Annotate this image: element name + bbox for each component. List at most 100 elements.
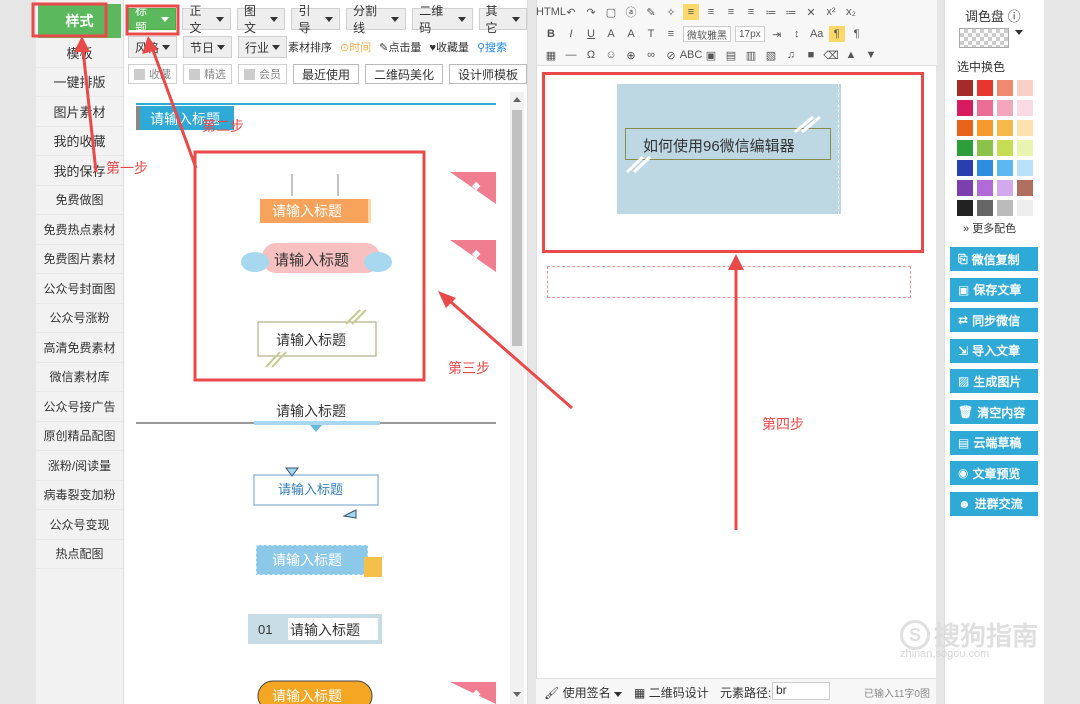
nav-item[interactable]: 免费图片素材: [36, 245, 123, 274]
ordered-list-icon[interactable]: ≔: [763, 4, 779, 20]
color-swatch[interactable]: [1017, 160, 1033, 176]
search-link[interactable]: ⚲搜索: [477, 39, 507, 55]
filter-button[interactable]: 设计师模板: [449, 64, 527, 84]
category-tab[interactable]: 标题: [128, 4, 177, 35]
html-icon[interactable]: HTML: [536, 4, 566, 20]
image-left-icon[interactable]: ▥: [743, 47, 759, 63]
layer-up-icon[interactable]: ▲: [843, 47, 859, 63]
nav-item[interactable]: 免费热点素材: [36, 215, 123, 245]
clear-icon[interactable]: ⌫: [823, 47, 839, 63]
clear-format-icon[interactable]: ✕: [803, 4, 819, 20]
color-swatch[interactable]: [1017, 200, 1033, 216]
qr-design-link[interactable]: ▦ 二维码设计: [634, 684, 709, 701]
category-tab[interactable]: 其它: [478, 4, 528, 35]
align-right-icon[interactable]: ≡: [723, 4, 739, 20]
color-swatch[interactable]: [957, 200, 973, 216]
color-swatch[interactable]: [957, 80, 973, 96]
preview-title-text[interactable]: 如何使用96微信编辑器: [643, 135, 795, 156]
layer-down-icon[interactable]: ▼: [863, 47, 879, 63]
nav-item[interactable]: 公众号封面图: [36, 274, 123, 304]
dir-rtl-icon[interactable]: ¶: [849, 26, 865, 42]
underline-icon[interactable]: U: [583, 26, 599, 42]
nav-item[interactable]: 公众号涨粉: [36, 304, 123, 333]
signature-toggle[interactable]: 🖌 使用签名: [544, 684, 622, 701]
style-item-9[interactable]: 请输入标题: [257, 680, 373, 704]
color-swatch[interactable]: [997, 80, 1013, 96]
italic-icon[interactable]: I: [563, 26, 579, 42]
category-tab[interactable]: 图文: [236, 4, 286, 35]
current-color-swatch[interactable]: [959, 28, 1009, 48]
style-item-1[interactable]: 请输入标题: [136, 103, 496, 130]
nav-item[interactable]: 涨粉/阅读量: [36, 451, 123, 481]
nav-item[interactable]: 公众号变现: [36, 510, 123, 540]
style-item-4[interactable]: 请输入标题: [257, 309, 377, 368]
video-icon[interactable]: ■: [803, 47, 819, 63]
nav-item[interactable]: 免费做图: [36, 186, 123, 215]
nav-item[interactable]: 病毒裂变加粉: [36, 481, 123, 510]
nav-item[interactable]: 微信素材库: [36, 363, 123, 392]
new-doc-icon[interactable]: ▢: [603, 4, 619, 20]
unlink-icon[interactable]: ⊘: [663, 47, 679, 63]
magic-wand-icon[interactable]: ✧: [663, 4, 679, 20]
empty-paragraph[interactable]: [547, 266, 911, 298]
font-color-icon[interactable]: A: [623, 26, 639, 42]
superscript-icon[interactable]: x²: [823, 4, 839, 20]
style-item-2[interactable]: 请输入标题: [260, 174, 371, 223]
line-height-icon[interactable]: ≡: [663, 26, 679, 42]
text-bg-icon[interactable]: T: [643, 26, 659, 42]
bold-icon[interactable]: B: [543, 26, 559, 42]
nav-item[interactable]: 高清免费素材: [36, 333, 123, 363]
color-swatch[interactable]: [957, 160, 973, 176]
style-scrollbar[interactable]: [510, 92, 524, 704]
nav-item[interactable]: 原创精品配图: [36, 422, 123, 451]
color-swatch[interactable]: [1017, 100, 1033, 116]
category-tab[interactable]: 引导: [291, 4, 340, 35]
color-swatch[interactable]: [1017, 80, 1033, 96]
image-grid-icon[interactable]: ▤: [723, 47, 739, 63]
action-button[interactable]: ◉ 文章预览: [950, 461, 1038, 486]
omega-icon[interactable]: Ω: [583, 47, 599, 63]
spellcheck-icon[interactable]: ABC: [680, 47, 703, 63]
action-button[interactable]: ⇲ 导入文章: [950, 338, 1038, 363]
action-button[interactable]: 🗑 清空内容: [950, 400, 1038, 424]
color-swatch[interactable]: [997, 100, 1013, 116]
style-item-7[interactable]: 请输入标题: [255, 544, 382, 577]
style-item-5[interactable]: 请输入标题: [136, 403, 496, 432]
sort-fav[interactable]: ♥收藏量: [429, 39, 469, 55]
category-tab[interactable]: 分割线: [345, 4, 407, 35]
color-swatch[interactable]: [977, 140, 993, 156]
color-swatch[interactable]: [997, 120, 1013, 136]
scroll-up-icon[interactable]: [513, 97, 521, 102]
font-family-select[interactable]: 微软雅黑: [683, 26, 731, 42]
category-tab[interactable]: 行业: [238, 36, 288, 58]
category-tab[interactable]: 风格: [128, 36, 178, 58]
redo-icon[interactable]: ↷: [583, 4, 599, 20]
color-swatch[interactable]: [957, 100, 973, 116]
style-item-3[interactable]: 请输入标题: [241, 243, 392, 273]
scroll-thumb[interactable]: [512, 110, 522, 346]
font-border-icon[interactable]: A: [603, 26, 619, 42]
color-swatch[interactable]: [977, 200, 993, 216]
nav-item[interactable]: 我的收藏: [36, 127, 123, 156]
preview-title-block[interactable]: 如何使用96微信编辑器: [617, 84, 841, 214]
action-button[interactable]: ▨ 生成图片: [950, 369, 1038, 394]
color-swatch[interactable]: [977, 100, 993, 116]
color-swatch[interactable]: [1017, 120, 1033, 136]
color-swatch[interactable]: [957, 180, 973, 196]
color-swatch[interactable]: [1017, 140, 1033, 156]
spacing-icon[interactable]: ↕: [789, 26, 805, 42]
nav-item[interactable]: 一键排版: [36, 68, 123, 97]
color-swatch[interactable]: [957, 120, 973, 136]
scroll-down-icon[interactable]: [513, 692, 521, 697]
color-swatch[interactable]: [977, 80, 993, 96]
image-right-icon[interactable]: ▧: [763, 47, 779, 63]
format-brush-icon[interactable]: ✎: [643, 4, 659, 20]
color-swatch[interactable]: [1017, 180, 1033, 196]
category-tab[interactable]: 节日: [183, 36, 233, 58]
smiley-icon[interactable]: ☺: [603, 47, 619, 63]
color-swatch[interactable]: [957, 140, 973, 156]
color-swatch[interactable]: [997, 180, 1013, 196]
paste-text-icon[interactable]: ⓐ: [623, 4, 639, 20]
nav-item[interactable]: 热点配图: [36, 540, 123, 569]
filter-checkbox[interactable]: 精选: [183, 64, 232, 84]
